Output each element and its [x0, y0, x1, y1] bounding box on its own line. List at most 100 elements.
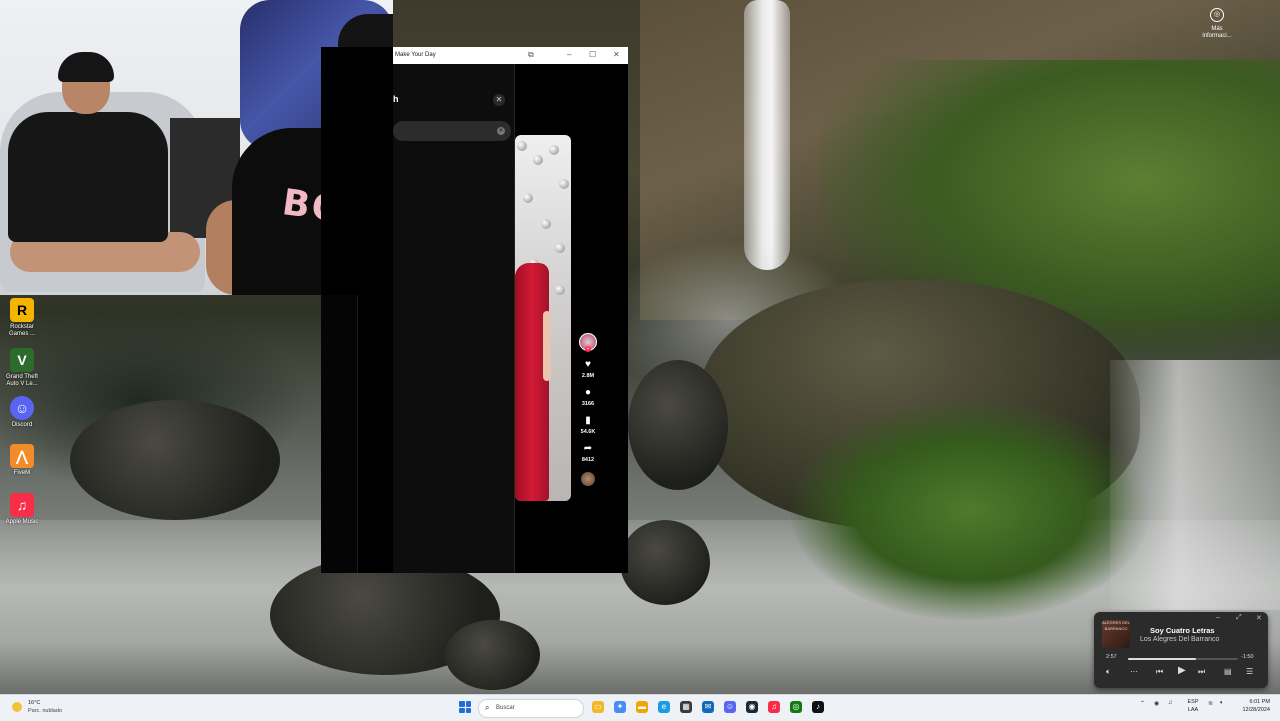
- share-action[interactable]: ➦ 8412: [579, 443, 597, 464]
- apple-music-icon[interactable]: ♫: [768, 701, 780, 713]
- webcam-person-left-cap: [58, 52, 114, 82]
- desktop-icon-discord[interactable]: ☺ Discord: [0, 396, 44, 429]
- share-count: 8412: [581, 457, 595, 463]
- rockstar-icon: R: [10, 298, 34, 322]
- info-widget[interactable]: ◎ Más informaci...: [1196, 8, 1238, 40]
- tray-overflow-icon[interactable]: ⌃: [1140, 700, 1145, 707]
- save-action[interactable]: ▮ 54.6K: [579, 415, 597, 436]
- share-arrow-icon: ➦: [583, 443, 593, 454]
- desktop-icon-label: Discord: [11, 422, 33, 428]
- elapsed-time: 2:57: [1106, 654, 1117, 660]
- desktop-icon-label: FiveM: [13, 470, 31, 476]
- clock[interactable]: 6:01 PM 12/28/2024: [1232, 698, 1270, 714]
- edge-icon[interactable]: e: [658, 701, 670, 713]
- wifi-icon[interactable]: ≋: [1208, 700, 1213, 707]
- music-disc-icon[interactable]: [581, 472, 595, 486]
- windows-logo-pane: [465, 707, 471, 713]
- arm: [543, 311, 551, 381]
- share-window-button[interactable]: ⧉: [528, 50, 534, 60]
- fivem-icon: ⋀: [10, 444, 34, 468]
- weather-temp: 16°C: [28, 700, 41, 706]
- desktop-icon-fivem[interactable]: ⋀ FiveM: [0, 444, 44, 477]
- webcam-person-left: [8, 112, 168, 242]
- previous-track-icon[interactable]: ⏮︎: [1156, 667, 1163, 677]
- desktop-icon-apple-music[interactable]: ♫ Apple Music: [0, 493, 44, 526]
- panel-close-icon[interactable]: ✕: [493, 94, 505, 106]
- comment-action[interactable]: ● 3166: [579, 387, 597, 408]
- like-count: 2.8M: [581, 373, 595, 379]
- action-rail: + ♥ 2.8M ● 3166 ▮ 54.6K ➦ 8412: [579, 333, 597, 486]
- desktop-icon-label: Rockstar Games ...: [8, 324, 35, 337]
- media-player: – ⤢ ✕ ALEGRES DEL BARRANCO Soy Cuatro Le…: [1094, 612, 1268, 688]
- calculator-icon[interactable]: ▦: [680, 701, 692, 713]
- comment-icon: ●: [584, 387, 592, 398]
- creator-avatar[interactable]: +: [579, 333, 597, 352]
- desktop-icon-label: Apple Music: [5, 519, 39, 525]
- language-code: ESP: [1187, 699, 1199, 705]
- windows-logo-pane: [459, 701, 465, 707]
- progress-fill: [1128, 658, 1197, 660]
- expand-player-icon[interactable]: ⤢: [1236, 614, 1242, 622]
- close-player-icon[interactable]: ✕: [1256, 614, 1262, 622]
- desktop-icon-rockstar[interactable]: R Rockstar Games ...: [0, 298, 44, 338]
- desktop-icon-gta-v[interactable]: V Grand Theft Auto V Le...: [0, 348, 44, 388]
- taskbar-search[interactable]: ⌕ Buscar: [478, 699, 584, 718]
- bookmark-icon: ▮: [585, 415, 591, 426]
- more-options-icon[interactable]: ⋯: [1130, 667, 1138, 676]
- copilot-icon[interactable]: ✦: [614, 701, 626, 713]
- tiktok-icon[interactable]: ♪: [812, 701, 824, 713]
- minimize-button[interactable]: –: [567, 50, 571, 59]
- start-button[interactable]: [459, 701, 471, 713]
- fern-foliage: [790, 400, 1150, 620]
- ornament: [523, 193, 533, 203]
- song-title: Soy Cuatro Letras: [1150, 626, 1215, 635]
- heart-icon: ♥: [585, 359, 591, 370]
- search-input[interactable]: ✕: [393, 121, 511, 141]
- gta-v-icon: V: [10, 348, 34, 372]
- tiktok-window[interactable]: Make Your Day ⧉ – ☐ ✕ h ✕ ✕ + ♥ 2.8M ● 3…: [321, 47, 628, 573]
- clock-date: 12/28/2024: [1242, 707, 1270, 713]
- ornament: [517, 141, 527, 151]
- save-count: 54.6K: [580, 429, 596, 435]
- file-explorer-icon[interactable]: ▭: [592, 701, 604, 713]
- minimize-player-icon[interactable]: –: [1216, 614, 1220, 621]
- video-player[interactable]: [515, 135, 571, 501]
- like-action[interactable]: ♥ 2.8M: [579, 359, 597, 380]
- rock: [628, 360, 728, 490]
- discord-icon[interactable]: ☺: [724, 701, 736, 713]
- play-icon[interactable]: ▶: [1178, 665, 1186, 676]
- close-button[interactable]: ✕: [613, 50, 620, 59]
- info-widget-label: Más informaci...: [1202, 26, 1232, 39]
- steam-icon[interactable]: ◉: [746, 701, 758, 713]
- search-panel: h ✕ ✕: [393, 64, 515, 573]
- cascade-right: [1110, 360, 1280, 610]
- search-placeholder: Buscar: [496, 705, 515, 711]
- taskbar: 16°C Parc. nublado ⌕ Buscar ▭ ✦ ▬ e ▦ ✉ …: [0, 694, 1280, 721]
- rock: [620, 520, 710, 605]
- steam-tray-icon[interactable]: ◉: [1154, 700, 1159, 707]
- window-title: Make Your Day: [395, 52, 436, 58]
- camera-info-icon: ◎: [1210, 8, 1224, 22]
- window-titlebar[interactable]: Make Your Day ⧉ – ☐ ✕: [393, 47, 628, 64]
- album-art: ALEGRES DEL BARRANCO: [1102, 620, 1130, 648]
- mail-icon[interactable]: ✉: [702, 701, 714, 713]
- music-tray-icon[interactable]: ♫: [1168, 700, 1173, 706]
- comment-count: 3166: [581, 401, 595, 407]
- language-indicator[interactable]: ESP LAA: [1185, 698, 1201, 714]
- queue-icon[interactable]: ☰: [1246, 667, 1253, 676]
- folder-icon[interactable]: ▬: [636, 701, 648, 713]
- ornament: [533, 155, 543, 165]
- next-track-icon[interactable]: ⏭︎: [1198, 667, 1205, 677]
- red-dress: [515, 263, 549, 501]
- follow-plus-icon[interactable]: +: [585, 346, 591, 352]
- apple-music-icon: ♫: [10, 493, 34, 517]
- volume-icon[interactable]: 🔈︎: [1106, 667, 1111, 677]
- song-artist: Los Alegres Del Barranco: [1140, 636, 1220, 643]
- clear-search-icon[interactable]: ✕: [497, 127, 505, 135]
- lyrics-icon[interactable]: ▤: [1224, 667, 1232, 676]
- windows-logo-pane: [459, 707, 465, 713]
- progress-bar[interactable]: [1128, 658, 1238, 660]
- maximize-button[interactable]: ☐: [589, 50, 596, 59]
- xbox-icon[interactable]: ◎: [790, 701, 802, 713]
- volume-icon[interactable]: 🔈︎: [1220, 700, 1224, 707]
